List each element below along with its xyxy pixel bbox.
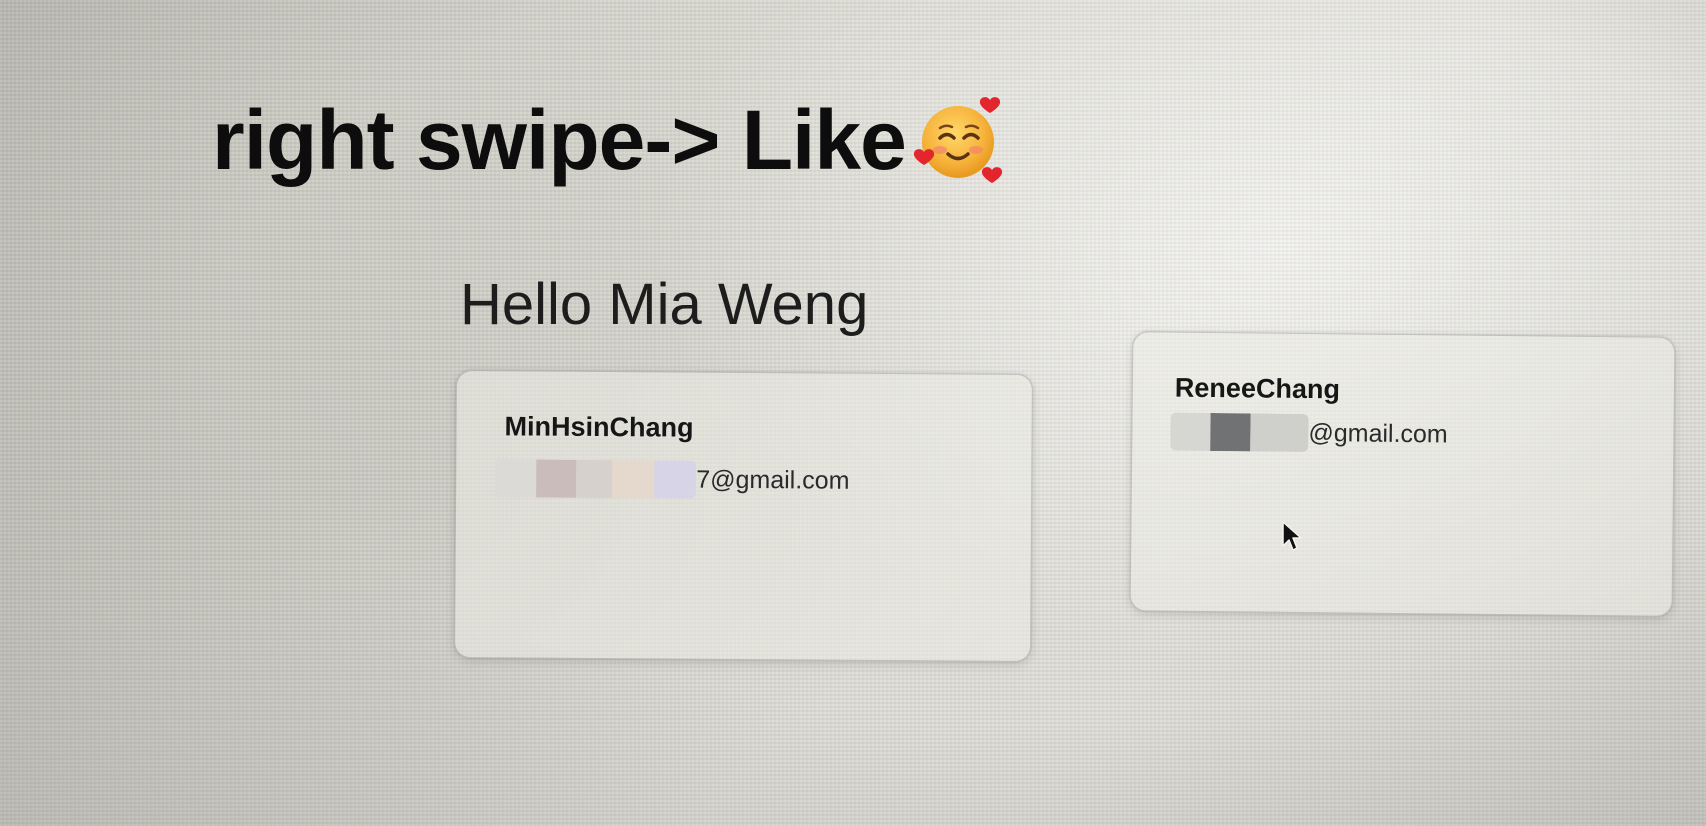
annotation-text: right swipe-> Like (212, 93, 907, 187)
card-email: 7@gmail.com (696, 465, 850, 495)
mouse-pointer-icon (1282, 521, 1302, 551)
redaction-mosaic (494, 459, 697, 499)
redaction-mosaic (1170, 412, 1309, 453)
profile-card-minhsinchang[interactable]: MinHsinChang 7@gmail.com (454, 369, 1033, 663)
annotation-caption: right swipe-> Like (212, 92, 1006, 188)
card-email: @gmail.com (1308, 418, 1448, 448)
smiling-face-with-hearts-icon (910, 92, 1006, 188)
card-name: ReneeChang (1174, 372, 1341, 405)
card-email-row: 7@gmail.com (494, 459, 850, 499)
greeting-heading: Hello Mia Weng (460, 272, 869, 337)
card-email-row: @gmail.com (1170, 412, 1448, 454)
card-name: MinHsinChang (504, 411, 694, 443)
profile-card-reneechang[interactable]: ReneeChang @gmail.com (1129, 331, 1676, 617)
